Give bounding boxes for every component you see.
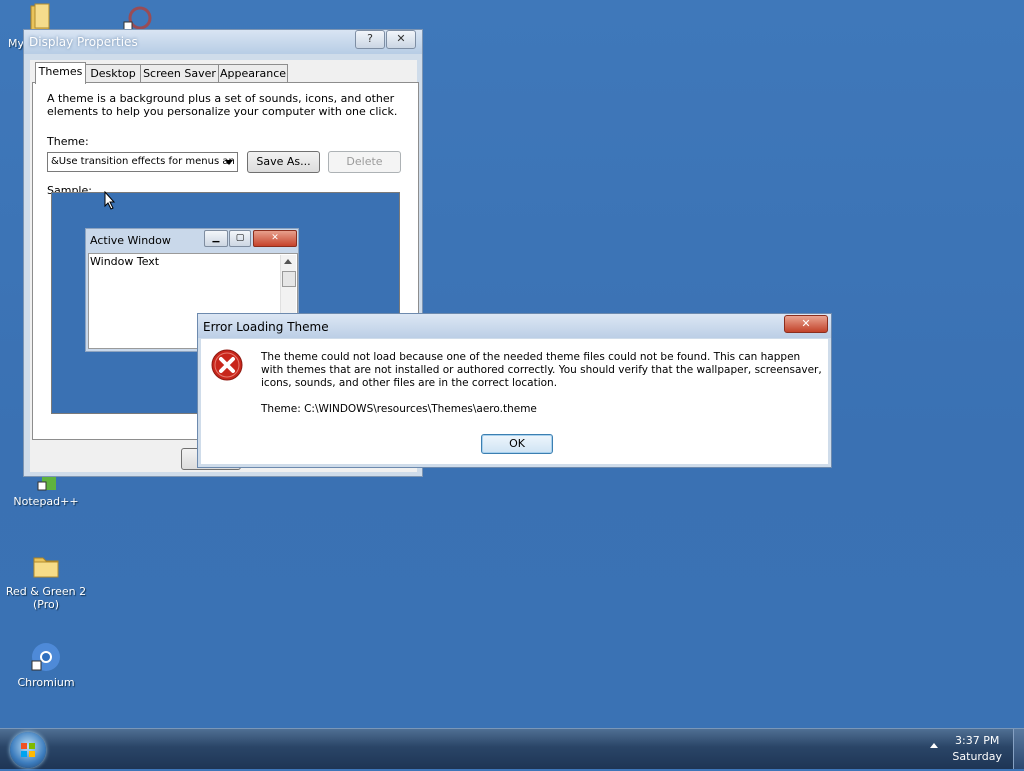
desktop-icon-notepadpp[interactable]: Notepad++ xyxy=(1,476,91,508)
desktop-icon-red-green[interactable]: Red & Green 2 (Pro) xyxy=(1,550,91,611)
mouse-cursor-icon xyxy=(104,190,116,213)
error-dialog: Error Loading Theme ✕ The theme could no… xyxy=(197,313,832,468)
error-close-button[interactable]: ✕ xyxy=(784,315,828,333)
themes-description: A theme is a background plus a set of so… xyxy=(47,92,398,118)
tab-desktop[interactable]: Desktop xyxy=(85,64,141,83)
maximize-icon: ▢ xyxy=(229,230,251,247)
theme-label: Theme: xyxy=(47,135,89,148)
start-button[interactable] xyxy=(10,732,46,768)
close-button[interactable]: ✕ xyxy=(386,30,416,49)
clock-time: 3:37 PM xyxy=(955,734,1000,747)
folder-icon xyxy=(30,550,62,582)
taskbar-clock[interactable]: 3:37 PM Saturday xyxy=(952,733,1002,765)
minimize-icon: ▁ xyxy=(204,230,228,247)
close-icon: ✕ xyxy=(253,230,297,247)
error-message: The theme could not load because one of … xyxy=(261,351,822,389)
show-desktop-button[interactable] xyxy=(1013,729,1024,769)
chromium-shortcut-icon xyxy=(30,641,62,673)
tab-appearance[interactable]: Appearance xyxy=(218,64,288,83)
delete-button[interactable]: Delete xyxy=(328,151,401,173)
ok-button[interactable]: OK xyxy=(481,434,553,454)
show-hidden-icons-icon[interactable] xyxy=(930,743,938,748)
display-properties-titlebar[interactable]: Display Properties ? ✕ xyxy=(24,30,422,54)
tab-themes[interactable]: Themes xyxy=(35,62,86,84)
scroll-up-icon xyxy=(284,259,292,264)
theme-dropdown-value: &Use transition effects for menus an xyxy=(51,156,235,167)
theme-dropdown[interactable]: &Use transition effects for menus an xyxy=(47,152,238,172)
sample-window-text: Window Text xyxy=(90,255,160,268)
chevron-down-icon xyxy=(225,160,233,165)
error-dialog-body: The theme could not load because one of … xyxy=(201,339,828,464)
scroll-thumb xyxy=(282,271,296,287)
clock-day: Saturday xyxy=(952,750,1002,763)
desktop: My M M R Notepad++ Red & Green 2 (Pro) C… xyxy=(0,0,1024,728)
windows-logo-icon xyxy=(21,743,35,757)
error-icon xyxy=(211,349,243,381)
desktop-icon-chromium[interactable]: Chromium xyxy=(1,641,91,689)
tab-screen-saver[interactable]: Screen Saver xyxy=(140,64,219,83)
error-theme-path: Theme: C:\WINDOWS\resources\Themes\aero.… xyxy=(261,403,537,415)
save-as-button[interactable]: Save As... xyxy=(247,151,320,173)
help-button[interactable]: ? xyxy=(355,30,385,49)
taskbar: 3:37 PM Saturday xyxy=(0,728,1024,769)
sample-window-title: Active Window xyxy=(90,234,171,247)
error-dialog-title: Error Loading Theme xyxy=(203,320,329,334)
window-title: Display Properties xyxy=(29,35,138,49)
error-dialog-titlebar[interactable]: Error Loading Theme ✕ xyxy=(198,314,831,338)
notepadpp-shortcut-icon xyxy=(30,476,62,492)
